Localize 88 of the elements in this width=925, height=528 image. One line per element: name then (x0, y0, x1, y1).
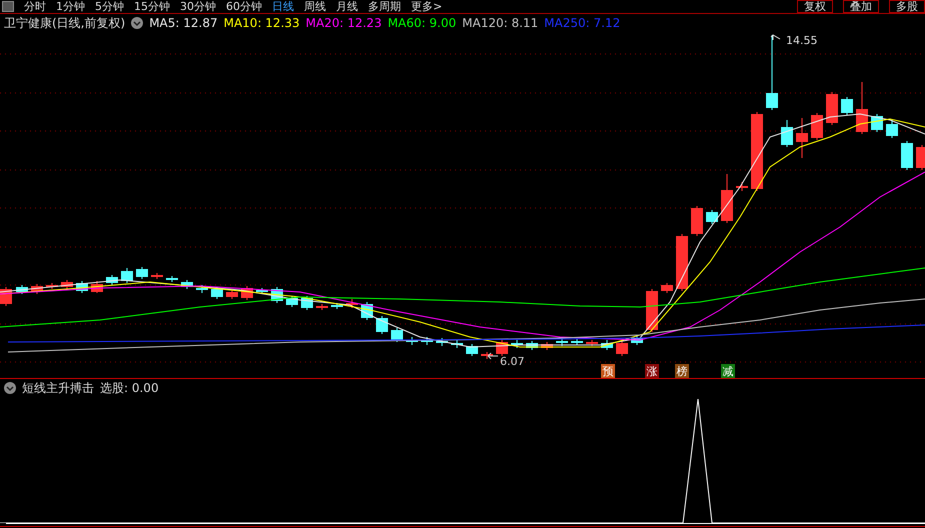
candlestick (841, 96, 853, 116)
ma-value: MA20: 12.23 (306, 16, 382, 30)
candlestick (886, 118, 898, 138)
period-tab[interactable]: 15分钟 (134, 0, 170, 12)
period-tab[interactable]: 更多> (411, 0, 442, 12)
candlestick (256, 288, 268, 294)
candlestick (211, 286, 223, 300)
candlestick (151, 272, 163, 280)
candlestick (571, 338, 583, 346)
candlestick (811, 112, 823, 140)
candlestick (136, 266, 148, 280)
candlestick (346, 298, 358, 308)
candlestick (691, 206, 703, 236)
signal-tag: 榜 (675, 364, 689, 378)
low-price-label: 6.07 (500, 355, 524, 368)
signal-tag: 预 (601, 364, 615, 378)
period-tab[interactable]: 60分钟 (226, 0, 262, 12)
candlestick (736, 182, 748, 192)
candlestick (481, 352, 493, 360)
candlestick (451, 340, 463, 348)
ma-value: MA10: 12.33 (224, 16, 300, 30)
period-tab[interactable]: 1分钟 (56, 0, 85, 12)
arrow-icon (770, 34, 780, 40)
dropdown-icon[interactable] (131, 17, 144, 29)
arrow-icon (488, 352, 498, 360)
candlestick (616, 340, 628, 356)
candlestick (706, 210, 718, 224)
candlestick (661, 282, 673, 294)
candlestick (511, 340, 523, 348)
candlestick (376, 316, 388, 334)
candlestick (901, 140, 913, 170)
candlestick (796, 118, 808, 158)
candlestick (421, 336, 433, 346)
period-tab[interactable]: 5分钟 (95, 0, 124, 12)
candlestick (106, 274, 118, 286)
indicator-name: 短线主升搏击 (22, 380, 94, 396)
candlestick (391, 328, 403, 342)
candlestick (241, 286, 253, 300)
candlestick (466, 344, 478, 356)
candlestick (166, 276, 178, 282)
signal-tag: 减 (721, 364, 735, 378)
toolbar-button[interactable]: 多股 (889, 0, 925, 13)
signal-tag: 涨 (645, 364, 659, 378)
candlestick (181, 280, 193, 290)
ma-value: MA60: 9.00 (388, 16, 456, 30)
high-price-label: 14.55 (786, 34, 818, 47)
candlestick (721, 174, 733, 224)
candlestick (316, 304, 328, 310)
candlestick (406, 336, 418, 346)
candlestick (601, 340, 613, 350)
candlestick (631, 336, 643, 346)
candlestick (286, 296, 298, 308)
dropdown-icon[interactable] (4, 382, 16, 394)
ma-value: MA5: 12.87 (149, 16, 218, 30)
candlestick (781, 120, 793, 148)
toolbar-button[interactable]: 叠加 (843, 0, 879, 13)
candlestick (541, 342, 553, 350)
candlestick (121, 268, 133, 284)
candlestick (826, 92, 838, 126)
candlestick (526, 340, 538, 350)
candlestick (331, 302, 343, 310)
stock-title: 卫宁健康(日线,前复权) (4, 14, 126, 32)
candlestick (16, 284, 28, 294)
ma-value: MA250: 7.12 (544, 16, 620, 30)
candlestick (196, 284, 208, 294)
ma-value: MA120: 8.11 (462, 16, 538, 30)
candlestick (646, 288, 658, 332)
candlestick (301, 296, 313, 310)
candlestick (76, 280, 88, 294)
period-tab[interactable]: 多周期 (368, 0, 401, 12)
candlestick (91, 280, 103, 294)
candlestick (61, 280, 73, 290)
candlestick (436, 338, 448, 346)
candlestick (226, 290, 238, 300)
candlestick (31, 284, 43, 294)
candlestick (556, 338, 568, 346)
candlestick (916, 144, 925, 170)
period-tab[interactable]: 日线 (272, 0, 294, 12)
candlestick (676, 234, 688, 292)
toolbar-button[interactable]: 复权 (797, 0, 833, 13)
period-tab[interactable]: 周线 (304, 0, 326, 12)
candlestick (46, 282, 58, 290)
indicator-value: 选股: 0.00 (100, 380, 159, 396)
period-tab[interactable]: 月线 (336, 0, 358, 12)
candlestick (856, 82, 868, 134)
candlestick (586, 340, 598, 346)
period-tab[interactable]: 分时 (24, 0, 46, 12)
period-tab[interactable]: 30分钟 (180, 0, 216, 12)
